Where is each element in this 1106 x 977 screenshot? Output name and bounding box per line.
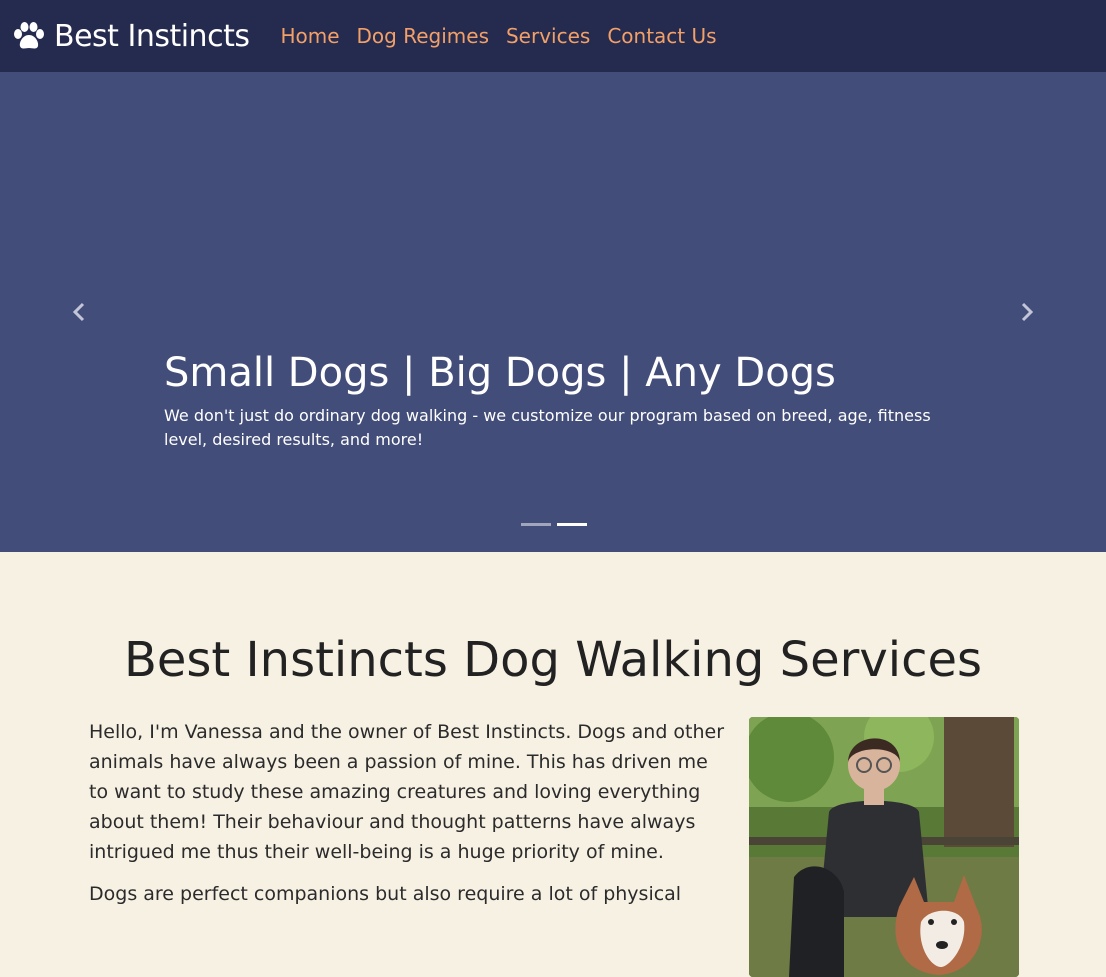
- paw-icon: [14, 22, 44, 49]
- about-paragraph: Hello, I'm Vanessa and the owner of Best…: [89, 721, 725, 863]
- chevron-right-icon: [1021, 302, 1034, 322]
- brand-link[interactable]: Best Instincts: [12, 18, 250, 54]
- owner-with-dog-image: [749, 717, 1019, 977]
- brand-name: Best Instincts: [54, 18, 250, 54]
- carousel-caption: Small Dogs | Big Dogs | Any Dogs We don'…: [164, 346, 954, 452]
- hero-carousel: Small Dogs | Big Dogs | Any Dogs We don'…: [0, 72, 1106, 552]
- nav-link-services[interactable]: Services: [506, 24, 590, 48]
- chevron-left-icon: [72, 302, 85, 322]
- about-text: Hello, I'm Vanessa and the owner of Best…: [89, 717, 729, 921]
- carousel-indicators: [521, 523, 593, 526]
- about-title: Best Instincts Dog Walking Services: [123, 632, 983, 688]
- carousel-indicator-2[interactable]: [557, 523, 587, 526]
- about-paragraph: Dogs are perfect companions but also req…: [89, 883, 682, 905]
- owner-photo: [749, 717, 1019, 977]
- carousel-prev-button[interactable]: [68, 300, 92, 324]
- nav-link-home[interactable]: Home: [280, 24, 339, 48]
- nav-link-dog-regimes[interactable]: Dog Regimes: [357, 24, 489, 48]
- navbar: Best Instincts Home Dog Regimes Services…: [0, 0, 1106, 72]
- carousel-text: We don't just do ordinary dog walking - …: [164, 406, 931, 449]
- carousel-heading: Small Dogs | Big Dogs | Any Dogs: [164, 350, 836, 396]
- carousel-indicator-1[interactable]: [521, 523, 551, 526]
- nav-link-contact-us[interactable]: Contact Us: [607, 24, 716, 48]
- carousel-next-button[interactable]: [1014, 300, 1038, 324]
